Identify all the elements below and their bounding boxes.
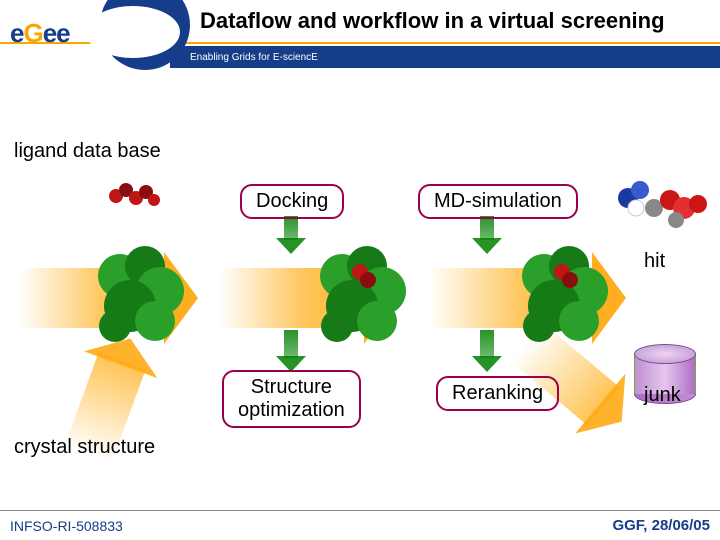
logo-letter-e3: e bbox=[56, 18, 69, 48]
rerank-node: Reranking bbox=[436, 376, 559, 411]
docking-down-arrow bbox=[284, 216, 298, 240]
slide-title: Dataflow and workflow in a virtual scree… bbox=[200, 8, 665, 34]
logo-letter-g: G bbox=[23, 18, 42, 48]
tagline-band: Enabling Grids for E-sciencE bbox=[170, 46, 720, 68]
slide-footer: INFSO-RI-508833 GGF, 28/06/05 bbox=[0, 510, 720, 540]
logo-letter-e1: e bbox=[10, 18, 23, 48]
logo-ellipse-front bbox=[86, 6, 180, 58]
slide-header: Dataflow and workflow in a virtual scree… bbox=[0, 0, 720, 68]
docking-node-text: Docking bbox=[256, 190, 328, 212]
structopt-node: Structure optimization bbox=[222, 370, 361, 428]
ligand-molecule-icon bbox=[106, 176, 166, 212]
footer-right-text: GGF, 28/06/05 bbox=[612, 517, 710, 534]
ligand-label: ligand data base bbox=[14, 140, 161, 163]
docking-node: Docking bbox=[240, 184, 344, 219]
rerank-down-arrow bbox=[480, 330, 494, 358]
tagline-text: Enabling Grids for E-sciencE bbox=[190, 52, 318, 63]
mdsim-node-text: MD-simulation bbox=[434, 190, 562, 212]
hit-molecule-icon bbox=[614, 178, 710, 238]
mdsim-node: MD-simulation bbox=[418, 184, 578, 219]
protein-structure-3 bbox=[514, 236, 614, 346]
mdsim-down-arrow bbox=[480, 216, 494, 240]
egee-logo: eGee bbox=[10, 18, 70, 49]
protein-structure-1 bbox=[90, 236, 190, 346]
protein-structure-2 bbox=[312, 236, 412, 346]
logo-letter-e2: e bbox=[43, 18, 56, 48]
diagram-canvas: ligand data base crystal structure hit D… bbox=[0, 80, 720, 510]
rerank-node-text: Reranking bbox=[452, 382, 543, 404]
struct-down-arrow bbox=[284, 330, 298, 358]
hit-label: hit bbox=[644, 250, 665, 273]
crystal-label: crystal structure bbox=[14, 436, 155, 459]
junk-label: junk bbox=[644, 384, 681, 407]
structopt-node-text: Structure optimization bbox=[238, 376, 345, 421]
footer-left-text: INFSO-RI-508833 bbox=[10, 518, 123, 534]
